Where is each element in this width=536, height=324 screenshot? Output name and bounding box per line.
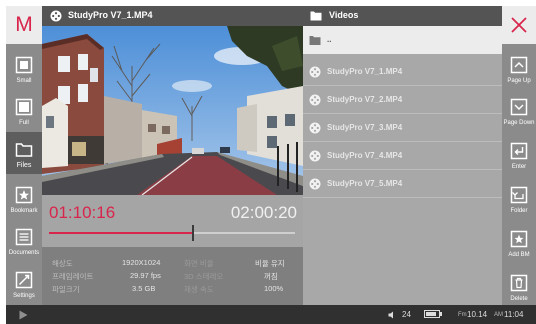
enter-button[interactable]: Enter [502,134,536,176]
film-reel-icon [309,66,321,78]
list-item-name: StudyPro V7_1.MP4 [327,67,403,76]
player-header: StudyPro V7_1.MP4 [42,6,303,26]
sidebar-item-files[interactable]: Files [6,132,42,174]
filesize-label: 파일크기 [52,285,80,294]
app-window: M Small Full Files Bookmark Documents Se… [6,6,536,324]
video-frame[interactable] [42,26,303,195]
player-title: StudyPro V7_1.MP4 [68,10,153,20]
add-bookmark-button[interactable]: Add BM [502,222,536,264]
small-window-icon [15,56,33,74]
sidebar-item-label: Bookmark [10,208,38,214]
app-logo: M [6,6,42,44]
resolution-value: 1920X1024 [122,258,161,267]
am-label: AM [494,312,503,318]
film-reel-icon [309,122,321,134]
battery-tip [440,312,442,316]
page-up-button[interactable]: Page Up [502,48,536,90]
folder-icon [15,143,33,157]
list-item[interactable]: StudyPro V7_4.MP4 [303,142,502,170]
list-item-name: StudyPro V7_2.MP4 [327,95,403,104]
fm-label: Fm [458,312,467,318]
right-sidebar: Page Up Page Down Enter Folder Add BM De… [502,6,536,305]
sidebar-item-label: Files [16,162,32,169]
folder-up-icon [510,186,528,204]
seek-bar-fill [49,232,193,234]
enter-label: Enter [511,164,527,170]
list-item[interactable]: StudyPro V7_3.MP4 [303,114,502,142]
list-item-name: .. [327,35,332,44]
volume-icon[interactable] [388,311,397,319]
file-browser-title: Videos [329,10,359,20]
sidebar-item-settings[interactable]: Settings [6,263,42,305]
page-up-icon [510,56,528,74]
current-time: 01:10:16 [49,203,116,222]
battery-level-fill [426,312,437,316]
sidebar-item-label: Settings [13,293,35,299]
fm-frequency: 10.14 [467,310,488,319]
stereo-3d-value: 꺼짐 [264,272,278,281]
playback-panel: 01:10:16 02:00:20 해상도 1920X1024 프레임레이트 2… [42,195,303,305]
sidebar-item-documents[interactable]: Documents [6,220,42,262]
list-item-parent-folder[interactable]: .. [303,26,502,54]
filesize-value: 3.5 GB [132,284,156,293]
video-street-scene [42,26,303,195]
play-icon[interactable] [19,310,28,320]
trash-icon [510,274,528,292]
file-browser-header: Videos [303,6,502,26]
playback-speed-value: 100% [264,284,284,293]
sidebar-item-label: Full [19,120,29,126]
enter-icon [510,142,528,160]
sidebar-item-label: Small [16,78,32,84]
clock: 11:04 [504,310,524,319]
fullscreen-icon [15,98,33,116]
sidebar-item-small[interactable]: Small [6,48,42,90]
settings-icon [15,271,33,289]
folder-up-button[interactable]: Folder [502,178,536,220]
page-down-icon [510,98,528,116]
folder-icon [309,36,321,45]
left-sidebar: M Small Full Files Bookmark Documents Se… [6,6,42,305]
battery-icon [424,310,440,318]
page-down-button[interactable]: Page Down [502,90,536,132]
list-item-name: StudyPro V7_5.MP4 [327,179,403,188]
sidebar-item-full[interactable]: Full [6,90,42,132]
file-list: .. StudyPro V7_1.MP4 StudyPro V7_2.MP4 S… [303,26,502,305]
framerate-value: 29.97 fps [130,271,161,280]
framerate-label: 프레임레이트 [52,272,94,281]
folder-up-label: Folder [510,208,528,214]
sidebar-item-bookmark[interactable]: Bookmark [6,178,42,220]
resolution-label: 해상도 [52,259,73,268]
page-up-label: Page Up [507,78,531,84]
video-info-panel: 해상도 1920X1024 프레임레이트 29.97 fps 파일크기 3.5 … [42,247,303,305]
stereo-3d-label: 3D 스테레오 [184,272,224,281]
playback-speed-label: 재생 속도 [184,285,214,294]
add-bookmark-icon [510,230,528,248]
list-item-name: StudyPro V7_3.MP4 [327,123,403,132]
film-reel-icon [309,150,321,162]
status-bar: 24 Fm 10.14 AM 11:04 [6,305,536,324]
folder-icon [310,11,322,21]
delete-label: Delete [510,296,528,302]
sidebar-item-label: Documents [8,250,40,256]
seek-bar[interactable] [49,225,295,241]
volume-level: 24 [402,310,411,319]
screen-ratio-value: 비율 유지 [255,259,285,268]
screen-ratio-label: 화면 비율 [184,259,214,268]
documents-icon [15,228,33,246]
close-button[interactable] [502,6,536,44]
delete-button[interactable]: Delete [502,266,536,308]
total-time: 02:00:20 [230,203,297,222]
list-item[interactable]: StudyPro V7_2.MP4 [303,86,502,114]
film-reel-icon [309,178,321,190]
add-bookmark-label: Add BM [508,252,530,258]
seek-handle[interactable] [191,225,194,241]
list-item-name: StudyPro V7_4.MP4 [327,151,403,160]
film-reel-icon [50,10,62,22]
close-icon [511,17,527,33]
list-item[interactable]: StudyPro V7_1.MP4 [303,58,502,86]
bookmark-star-icon [15,186,33,204]
page-down-label: Page Down [503,120,535,126]
film-reel-icon [309,94,321,106]
list-item[interactable]: StudyPro V7_5.MP4 [303,170,502,198]
